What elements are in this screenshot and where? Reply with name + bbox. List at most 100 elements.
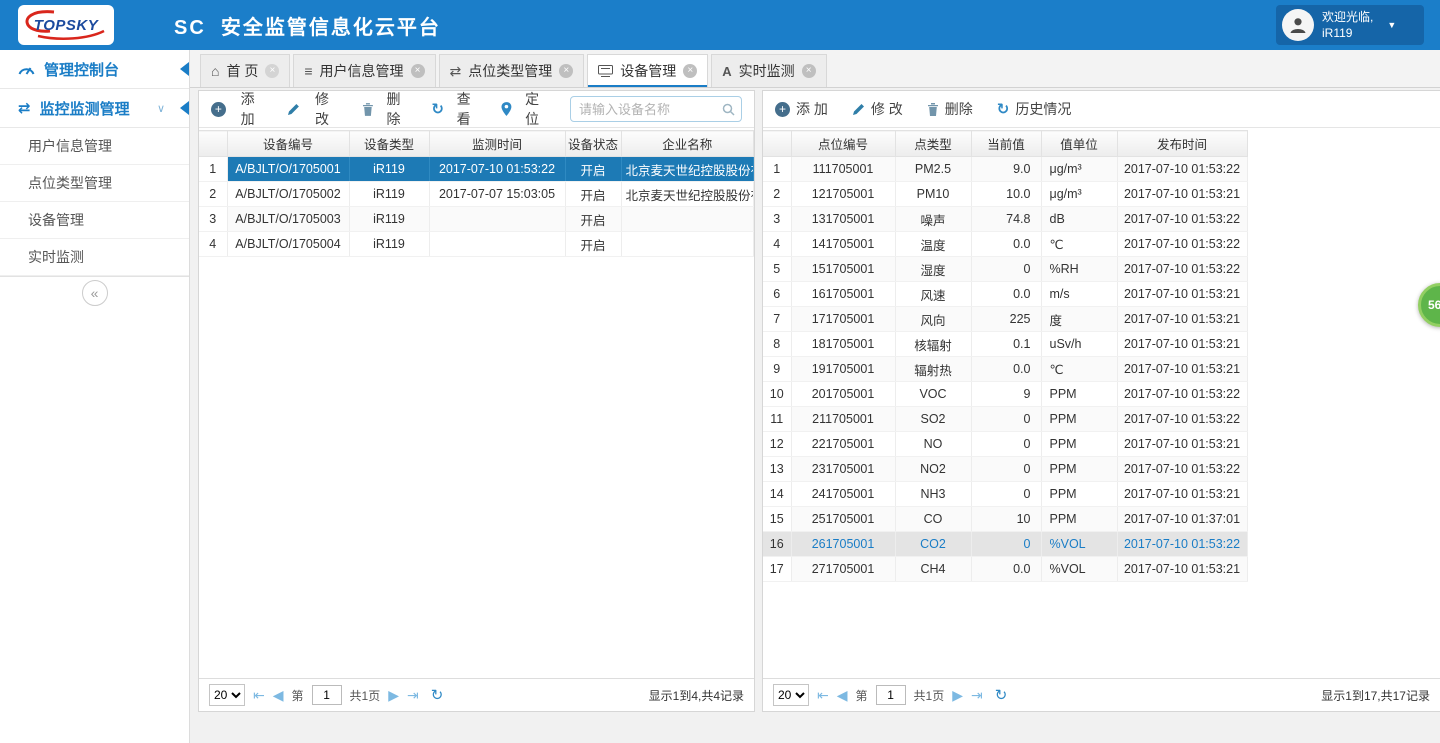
- sidebar-item-realtime[interactable]: 实时监测: [0, 239, 189, 276]
- first-page-icon[interactable]: ⇤: [817, 688, 829, 702]
- sidebar-item-user-info[interactable]: 用户信息管理: [0, 128, 189, 165]
- edit-button[interactable]: 修 改: [287, 89, 337, 129]
- list-icon: ≡: [304, 64, 312, 78]
- monitor-row[interactable]: 8 181705001 核辐射 0.1 uSv/h 2017-07-10 01:…: [763, 332, 1247, 357]
- exchange-icon: ⇄: [450, 64, 462, 78]
- monitor-row[interactable]: 12 221705001 NO 0 PPM 2017-07-10 01:53:2…: [763, 432, 1247, 457]
- sidebar-item-point-type[interactable]: 点位类型管理: [0, 165, 189, 202]
- logo[interactable]: TOPSKY: [18, 5, 114, 45]
- company-cell: 北京麦天世纪控股股份有限公司: [621, 157, 754, 182]
- add-button[interactable]: + 添 加: [211, 89, 263, 129]
- next-page-icon[interactable]: ▶: [388, 688, 399, 702]
- monitor-row[interactable]: 5 151705001 湿度 0 %RH 2017-07-10 01:53:22: [763, 257, 1247, 282]
- monitor-row[interactable]: 13 231705001 NO2 0 PPM 2017-07-10 01:53:…: [763, 457, 1247, 482]
- search-input[interactable]: [579, 102, 718, 117]
- point-id-cell: 251705001: [791, 507, 895, 532]
- add-button[interactable]: + 添 加: [775, 99, 828, 119]
- device-row[interactable]: 1 A/BJLT/O/1705001 iR119 2017-07-10 01:5…: [199, 157, 754, 182]
- column-header[interactable]: 点类型: [895, 131, 971, 157]
- next-page-icon[interactable]: ▶: [952, 688, 963, 702]
- monitor-panel: + 添 加 修 改 删除 ↻ 历史情况: [762, 90, 1440, 712]
- column-header[interactable]: 设备状态: [565, 131, 621, 157]
- column-header[interactable]: 设备编号: [227, 131, 349, 157]
- tab-label: 首 页: [226, 61, 258, 81]
- reload-icon[interactable]: ↻: [995, 688, 1008, 703]
- page-input[interactable]: [876, 685, 906, 705]
- prev-page-icon[interactable]: ◀: [273, 688, 284, 702]
- column-header[interactable]: 监测时间: [429, 131, 565, 157]
- monitor-row[interactable]: 11 211705001 SO2 0 PPM 2017-07-10 01:53:…: [763, 407, 1247, 432]
- tab-device-mgmt[interactable]: 设备管理 ×: [587, 54, 708, 87]
- monitor-row[interactable]: 15 251705001 CO 10 PPM 2017-07-10 01:37:…: [763, 507, 1247, 532]
- collapse-sidebar-button[interactable]: «: [82, 280, 108, 306]
- unit-cell: m/s: [1041, 282, 1117, 307]
- device-id-cell: A/BJLT/O/1705001: [227, 157, 349, 182]
- close-icon[interactable]: ×: [559, 64, 573, 78]
- current-value-cell: 0: [971, 482, 1041, 507]
- first-page-icon[interactable]: ⇤: [253, 688, 265, 702]
- monitor-row[interactable]: 10 201705001 VOC 9 PPM 2017-07-10 01:53:…: [763, 382, 1247, 407]
- last-page-icon[interactable]: ⇥: [971, 688, 983, 702]
- locate-button[interactable]: 定位: [501, 89, 546, 129]
- history-button[interactable]: ↻ 历史情况: [997, 99, 1072, 119]
- monitor-row[interactable]: 1 111705001 PM2.5 9.0 μg/m³ 2017-07-10 0…: [763, 157, 1247, 182]
- column-header[interactable]: 点位编号: [791, 131, 895, 157]
- tab-home[interactable]: ⌂ 首 页 ×: [200, 54, 290, 87]
- prev-page-icon[interactable]: ◀: [837, 688, 848, 702]
- page-size-select[interactable]: 20: [773, 684, 809, 706]
- tab-user-info[interactable]: ≡ 用户信息管理 ×: [293, 54, 435, 87]
- delete-button[interactable]: 删除: [927, 99, 973, 119]
- monitor-row[interactable]: 7 171705001 风向 225 度 2017-07-10 01:53:21: [763, 307, 1247, 332]
- view-button-label: 查看: [450, 89, 478, 129]
- close-icon[interactable]: ×: [683, 64, 697, 78]
- monitor-row[interactable]: 17 271705001 CH4 0.0 %VOL 2017-07-10 01:…: [763, 557, 1247, 582]
- unit-cell: uSv/h: [1041, 332, 1117, 357]
- edit-button[interactable]: 修 改: [852, 99, 903, 119]
- monitor-row[interactable]: 6 161705001 风速 0.0 m/s 2017-07-10 01:53:…: [763, 282, 1247, 307]
- tab-realtime[interactable]: A 实时监测 ×: [711, 54, 826, 87]
- unit-cell: 度: [1041, 307, 1117, 332]
- logo-text: TOPSKY: [34, 17, 98, 34]
- unit-cell: %VOL: [1041, 557, 1117, 582]
- point-id-cell: 261705001: [791, 532, 895, 557]
- close-icon[interactable]: ×: [265, 64, 279, 78]
- page-size-select[interactable]: 20: [209, 684, 245, 706]
- close-icon[interactable]: ×: [802, 64, 816, 78]
- delete-button[interactable]: 删除: [362, 89, 408, 129]
- last-page-icon[interactable]: ⇥: [407, 688, 419, 702]
- point-id-cell: 171705001: [791, 307, 895, 332]
- monitor-row[interactable]: 16 261705001 CO2 0 %VOL 2017-07-10 01:53…: [763, 532, 1247, 557]
- device-row[interactable]: 2 A/BJLT/O/1705002 iR119 2017-07-07 15:0…: [199, 182, 754, 207]
- tab-point-type[interactable]: ⇄ 点位类型管理 ×: [439, 54, 585, 87]
- search-icon[interactable]: [722, 103, 735, 116]
- user-menu[interactable]: 欢迎光临, iR119 ▼: [1276, 5, 1424, 45]
- reload-icon[interactable]: ↻: [431, 688, 444, 703]
- sidebar-item-dashboard[interactable]: 管理控制台: [0, 50, 189, 89]
- monitor-row[interactable]: 4 141705001 温度 0.0 ℃ 2017-07-10 01:53:22: [763, 232, 1247, 257]
- column-header[interactable]: 企业名称: [621, 131, 754, 157]
- monitor-row[interactable]: 3 131705001 噪声 74.8 dB 2017-07-10 01:53:…: [763, 207, 1247, 232]
- device-row[interactable]: 3 A/BJLT/O/1705003 iR119 开启: [199, 207, 754, 232]
- monitor-row[interactable]: 9 191705001 辐射热 0.0 ℃ 2017-07-10 01:53:2…: [763, 357, 1247, 382]
- gauge-icon: [18, 62, 35, 76]
- avatar: [1282, 9, 1314, 41]
- point-type-cell: NO: [895, 432, 971, 457]
- point-type-cell: SO2: [895, 407, 971, 432]
- column-header[interactable]: 设备类型: [349, 131, 429, 157]
- welcome-text: 欢迎光临, iR119: [1322, 9, 1373, 41]
- sidebar-item-monitoring[interactable]: ⇄ 监控监测管理 ∨: [0, 89, 189, 128]
- monitor-row[interactable]: 2 121705001 PM10 10.0 μg/m³ 2017-07-10 0…: [763, 182, 1247, 207]
- device-row[interactable]: 4 A/BJLT/O/1705004 iR119 开启: [199, 232, 754, 257]
- column-header[interactable]: 发布时间: [1117, 131, 1247, 157]
- close-icon[interactable]: ×: [411, 64, 425, 78]
- publish-time-cell: 2017-07-10 01:53:21: [1117, 282, 1247, 307]
- view-button[interactable]: ↻ 查看: [431, 89, 477, 129]
- column-header[interactable]: 值单位: [1041, 131, 1117, 157]
- page-input[interactable]: [312, 685, 342, 705]
- row-index: 2: [763, 182, 791, 207]
- sidebar-item-device-mgmt[interactable]: 设备管理: [0, 202, 189, 239]
- column-header[interactable]: 当前值: [971, 131, 1041, 157]
- records-summary: 显示1到17,共17记录: [1321, 687, 1430, 704]
- monitor-row[interactable]: 14 241705001 NH3 0 PPM 2017-07-10 01:53:…: [763, 482, 1247, 507]
- point-type-cell: 核辐射: [895, 332, 971, 357]
